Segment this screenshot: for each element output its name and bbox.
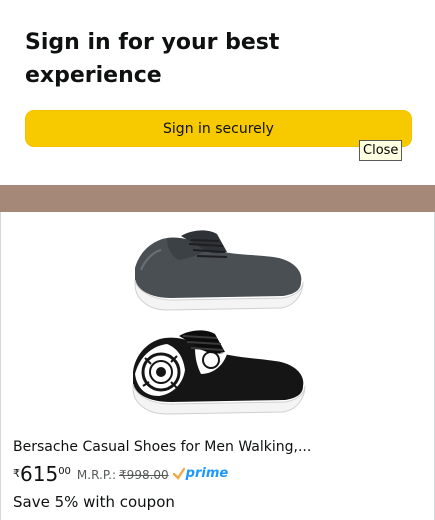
product-title-link[interactable]: Bersache Casual Shoes for Men Walking,..… xyxy=(13,438,423,456)
coupon-text: Save 5% with coupon xyxy=(13,493,175,511)
price-currency-symbol: ₹ xyxy=(13,467,20,480)
price-whole: 615 xyxy=(20,462,59,486)
divider-band xyxy=(0,185,435,212)
mrp-value: ₹998.00 xyxy=(119,468,169,482)
price-fraction: 00 xyxy=(58,466,71,477)
signin-title: Sign in for your best experience xyxy=(25,30,280,88)
shoe-pair-image[interactable] xyxy=(131,224,309,430)
prime-label: prime xyxy=(185,466,229,481)
close-tooltip[interactable]: Close xyxy=(359,140,403,161)
prime-badge: prime xyxy=(172,466,229,482)
prime-check-icon xyxy=(172,467,185,480)
signin-securely-button[interactable]: Sign in securely xyxy=(25,110,412,147)
black-patterned-sneaker-icon xyxy=(132,330,306,415)
grey-sneaker-icon xyxy=(134,230,304,311)
price-row: ₹ 615 00 M.R.P.: ₹998.00 prime xyxy=(13,462,228,488)
mrp-label: M.R.P.: xyxy=(76,468,117,482)
signin-panel: Sign in for your best experience Sign in… xyxy=(0,0,435,185)
product-card[interactable]: Bersache Casual Shoes for Men Walking,..… xyxy=(0,212,435,520)
